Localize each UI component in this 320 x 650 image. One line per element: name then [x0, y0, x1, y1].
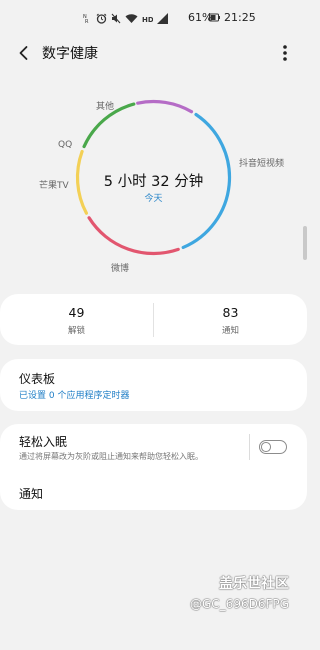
alarm-icon [96, 13, 107, 24]
category-label-weibo: 微博 [111, 264, 130, 274]
dashboard-item[interactable]: 仪表板 已设置 0 个应用程序定时器 [0, 359, 307, 411]
page-title: 数字健康 [42, 46, 98, 62]
notifications-label: 通知 [221, 326, 239, 336]
category-label-mangotv: 芒果TV [39, 181, 69, 191]
toggle-divider [249, 434, 250, 460]
back-arrow-icon[interactable] [12, 41, 36, 65]
svg-text:R: R [85, 19, 89, 24]
settings-card: 轻松入眠 通过将屏幕改为灰阶或阻止通知来帮助您轻松入眠。 通知 [0, 424, 307, 510]
dashboard-subtitle: 已设置 0 个应用程序定时器 [19, 391, 130, 401]
app-header: 数字健康 [0, 36, 307, 70]
toggle-knob [261, 442, 271, 452]
unlocks-stat[interactable]: 49 解锁 [0, 294, 153, 345]
scrollbar[interactable] [303, 226, 307, 260]
wind-down-description: 通过将屏幕改为灰阶或阻止通知来帮助您轻松入眠。 [19, 452, 203, 461]
watermark-title: 盖乐世社区 [219, 576, 289, 592]
usage-ring-section[interactable]: 其他 抖音短视频 微博 芒果TV QQ 5 小时 32 分钟 今天 [0, 90, 307, 280]
nfc-icon: NR [83, 14, 89, 24]
wifi-icon [125, 13, 138, 23]
mute-icon [111, 13, 121, 23]
signal-icon [157, 12, 168, 24]
watermark-handle: @GC_696D6FPG [190, 597, 289, 611]
wind-down-toggle[interactable] [259, 440, 287, 454]
ring-segment-0 [136, 99, 194, 114]
category-label-douyin: 抖音短视频 [239, 159, 285, 169]
more-vert-icon[interactable] [273, 41, 297, 65]
notifications-item[interactable]: 通知 [19, 485, 43, 502]
status-bar: NR HD 61% 21:25 [0, 0, 307, 34]
svg-text:HD: HD [142, 16, 153, 24]
wind-down-title: 轻松入眠 [19, 435, 68, 449]
notifications-stat[interactable]: 83 通知 [154, 294, 307, 345]
battery-icon [209, 13, 220, 22]
unlocks-label: 解锁 [67, 326, 85, 336]
hd-icon: HD [142, 16, 153, 24]
category-label-other: 其他 [96, 102, 115, 112]
notifications-count: 83 [222, 305, 239, 320]
category-label-qq: QQ [58, 140, 73, 150]
period-label: 今天 [144, 194, 163, 204]
stats-card: 49 解锁 83 通知 [0, 294, 307, 345]
status-icons: NR HD [83, 11, 169, 25]
total-screen-time: 5 小时 32 分钟 [103, 174, 204, 190]
unlocks-count: 49 [68, 305, 85, 320]
ring-segment-2 [87, 216, 180, 256]
clock: 21:25 [224, 11, 256, 24]
dashboard-title: 仪表板 [19, 372, 56, 386]
